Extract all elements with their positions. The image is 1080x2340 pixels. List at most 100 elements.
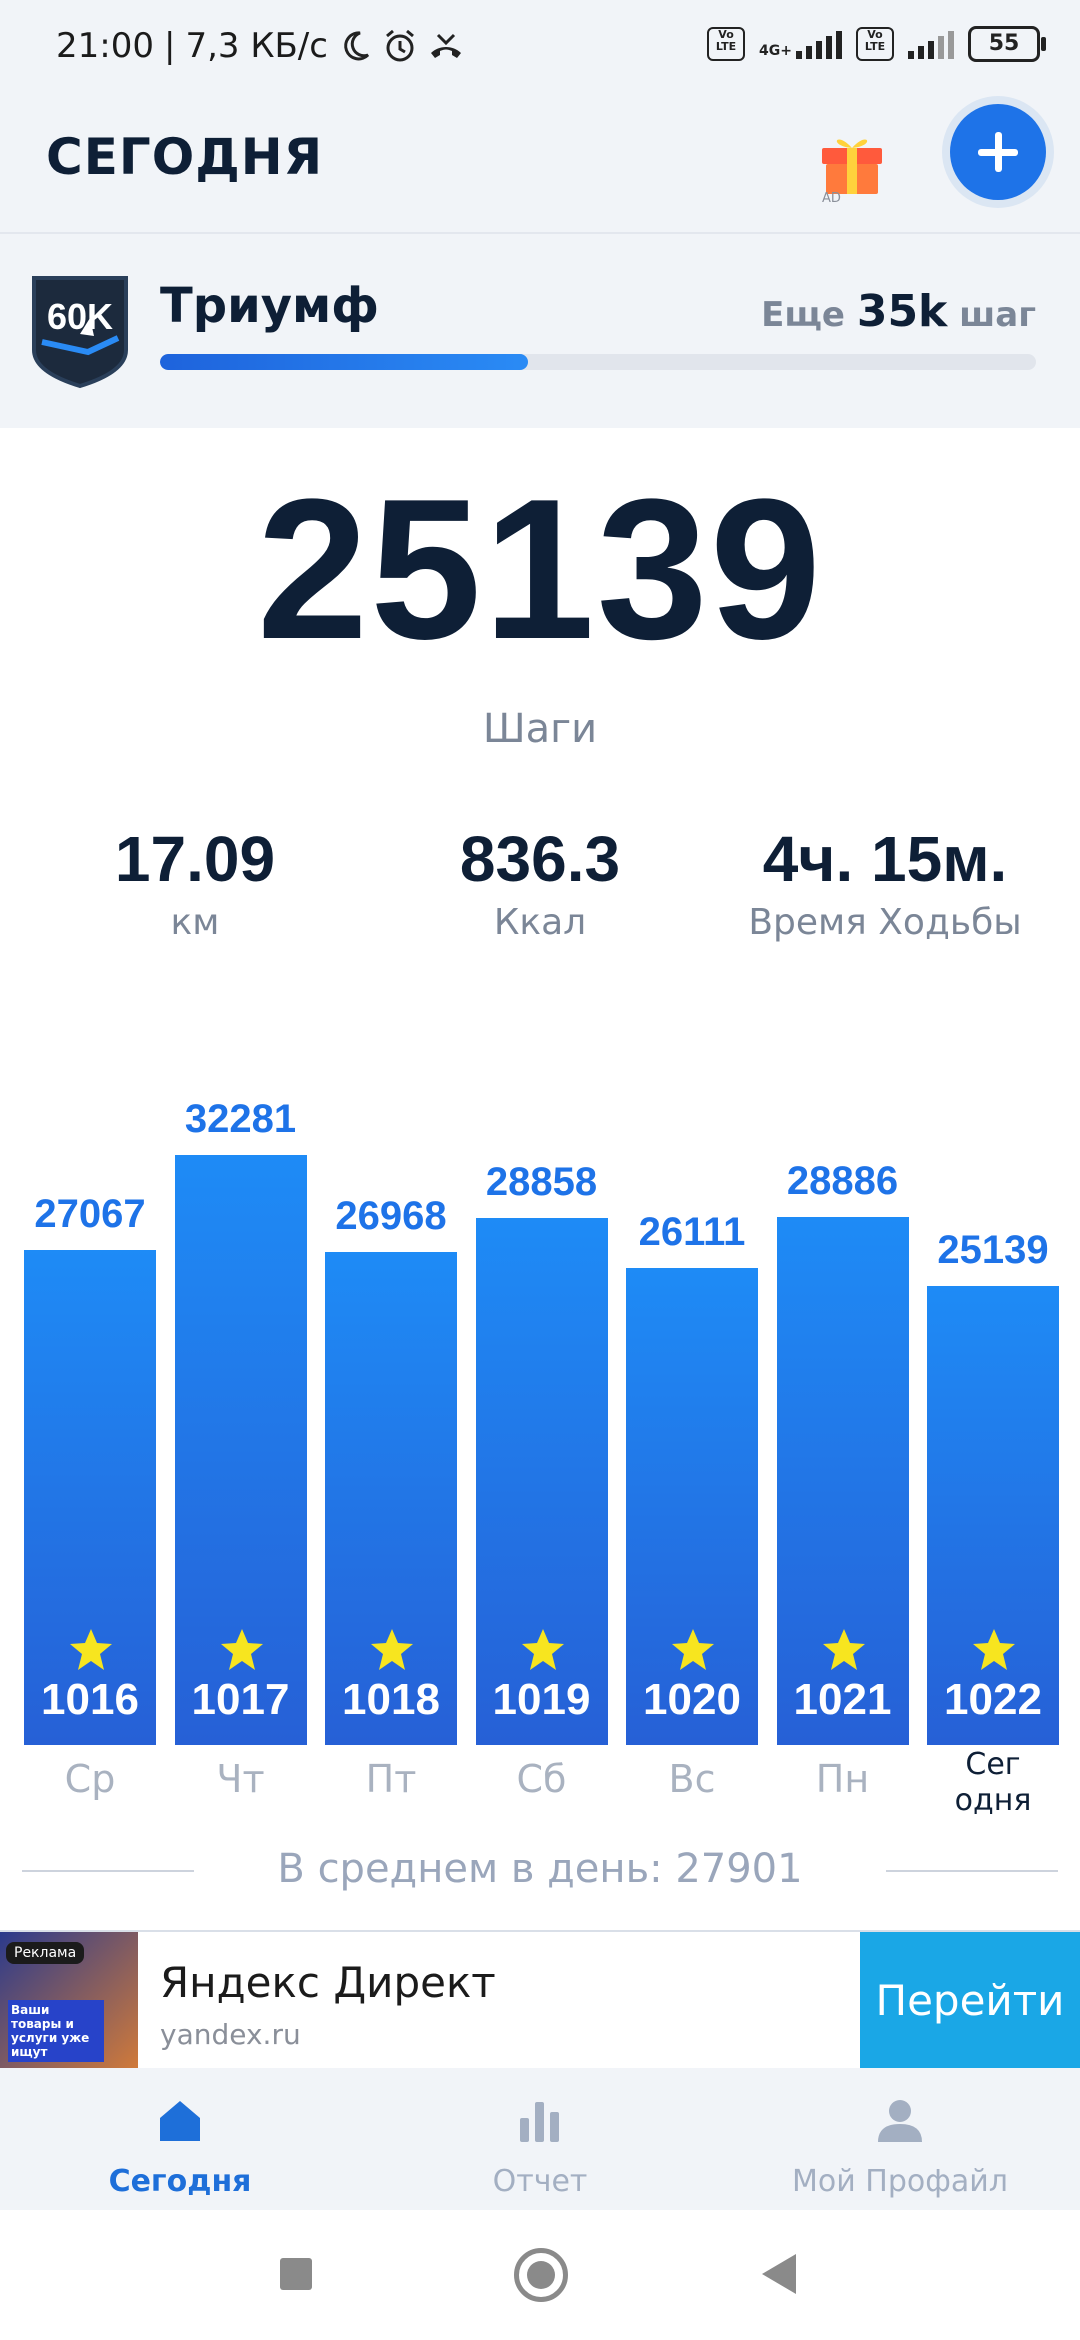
calories-unit: Ккал bbox=[493, 902, 587, 943]
nav-report-label: Отчет bbox=[492, 2164, 588, 2199]
bar-value-label: 27067 bbox=[34, 1192, 146, 1236]
streak-number: 1021 bbox=[793, 1675, 892, 1724]
day-label: Чт bbox=[216, 1757, 265, 1801]
profile-icon bbox=[878, 2100, 922, 2142]
volte-icon-2: Vo LTE bbox=[856, 27, 894, 61]
calories-value: 836.3 bbox=[459, 823, 621, 895]
nav-profile-label: Мой Профайл bbox=[792, 2164, 1008, 2199]
status-bar: 21:00 | 7,3 КБ/с Vo LTE 4G+ Vo LTE 55 bbox=[0, 0, 1080, 96]
missed-call-icon bbox=[430, 33, 461, 58]
streak-number: 1018 bbox=[342, 1675, 440, 1724]
chart-bar[interactable]: 1017 bbox=[174, 1155, 307, 1745]
status-speed: 7,3 КБ/с bbox=[185, 26, 328, 66]
streak-number: 1017 bbox=[191, 1675, 290, 1724]
star-icon bbox=[821, 1627, 867, 1673]
star-icon bbox=[68, 1627, 114, 1673]
gift-ad-label: AD bbox=[822, 191, 841, 204]
day-label-today-line1: Сег bbox=[965, 1747, 1021, 1782]
achievement-badge: 60K bbox=[28, 272, 132, 390]
walking-time-label: Время Ходьбы bbox=[748, 902, 1022, 943]
alarm-icon bbox=[385, 29, 414, 62]
star-icon bbox=[971, 1627, 1017, 1673]
achievement-card[interactable]: 60K Триумф Еще 35k шаг bbox=[0, 234, 1080, 428]
bar-value-label: 26111 bbox=[638, 1210, 746, 1254]
star-icon bbox=[369, 1627, 415, 1673]
steps-count: 25139 bbox=[256, 458, 824, 681]
recent-apps-button[interactable] bbox=[280, 2258, 312, 2290]
nav-today[interactable]: Сегодня bbox=[0, 2068, 360, 2210]
add-button[interactable] bbox=[950, 104, 1046, 200]
remain-value: 35k bbox=[856, 286, 948, 337]
chart-bar[interactable]: 1021 bbox=[776, 1217, 909, 1745]
gift-icon[interactable]: AD bbox=[816, 120, 888, 204]
chart-bar[interactable]: 1018 bbox=[325, 1252, 457, 1745]
day-label: Ср bbox=[64, 1757, 116, 1801]
app-header: СЕГОДНЯ AD bbox=[0, 96, 1080, 234]
battery-icon: 55 bbox=[968, 26, 1046, 62]
day-label: Пн bbox=[815, 1757, 870, 1801]
streak-number: 1022 bbox=[944, 1675, 1042, 1724]
daily-average: В среднем в день: 27901 bbox=[277, 1846, 803, 1892]
ad-tag: Реклама bbox=[6, 1942, 85, 1964]
chart-bar[interactable]: 1019 bbox=[475, 1218, 608, 1745]
streak-number: 1020 bbox=[643, 1675, 741, 1724]
streak-number: 1019 bbox=[492, 1675, 591, 1724]
ad-image-text: Ваши товары и услуги уже ищут bbox=[8, 2000, 104, 2062]
status-left: 21:00 | 7,3 КБ/с bbox=[56, 26, 464, 66]
signal-group-1: 4G+ bbox=[759, 29, 842, 59]
streak-number: 1016 bbox=[41, 1675, 139, 1724]
remain-prefix: Еще bbox=[761, 295, 845, 335]
steps-label: Шаги bbox=[482, 706, 598, 752]
ad-image[interactable]: Реклама Ваши товары и услуги уже ищут bbox=[0, 1932, 138, 2068]
bar-value-label: 26968 bbox=[335, 1194, 447, 1238]
day-label: Сб bbox=[516, 1757, 567, 1801]
badge-label: 60K bbox=[46, 296, 114, 337]
day-label: Сег одня bbox=[918, 1747, 1068, 1819]
network-type-label: 4G+ bbox=[759, 43, 792, 59]
volte-icon: Vo LTE bbox=[707, 27, 746, 61]
chart-bar[interactable]: 1022 bbox=[927, 1286, 1059, 1745]
nav-profile[interactable]: Мой Профайл bbox=[720, 2068, 1080, 2210]
bar-value-label: 28858 bbox=[485, 1160, 598, 1204]
calories-stat: 836.3 Ккал bbox=[370, 822, 710, 943]
bar-value-label: 25139 bbox=[937, 1228, 1049, 1272]
back-button[interactable] bbox=[762, 2254, 796, 2294]
page-title: СЕГОДНЯ bbox=[46, 128, 324, 186]
bar-value-label: 32281 bbox=[184, 1097, 297, 1141]
achievement-progress-fill bbox=[160, 354, 528, 370]
distance-unit: км bbox=[170, 902, 220, 943]
walking-time-value: 4ч. 15м. bbox=[762, 823, 1008, 895]
status-time: 21:00 bbox=[56, 26, 154, 66]
achievement-remaining: Еще 35k шаг bbox=[761, 286, 1036, 337]
home-icon bbox=[160, 2101, 200, 2141]
day-label-today-line2: одня bbox=[954, 1783, 1032, 1818]
day-label: Вс bbox=[668, 1757, 716, 1801]
star-icon bbox=[219, 1627, 265, 1673]
nav-report[interactable]: Отчет bbox=[360, 2068, 720, 2210]
achievement-progress-bar bbox=[160, 354, 1036, 370]
remain-suffix: шаг bbox=[959, 295, 1036, 335]
status-right: Vo LTE 4G+ Vo LTE 55 bbox=[707, 26, 1046, 62]
ad-go-button[interactable]: Перейти bbox=[860, 1932, 1080, 2068]
day-label: Пт bbox=[365, 1757, 417, 1801]
ad-title[interactable]: Яндекс Директ bbox=[160, 1958, 496, 2007]
star-icon bbox=[520, 1627, 566, 1673]
home-button[interactable] bbox=[514, 2248, 568, 2302]
star-icon bbox=[670, 1627, 716, 1673]
signal-icon-2 bbox=[908, 29, 954, 59]
bar-value-label: 28886 bbox=[786, 1159, 899, 1203]
ad-domain: yandex.ru bbox=[160, 2018, 301, 2051]
achievement-name: Триумф bbox=[160, 278, 379, 334]
bottom-nav: Сегодня Отчет Мой Профайл bbox=[0, 2068, 1080, 2212]
ad-banner[interactable]: Реклама Ваши товары и услуги уже ищут Ян… bbox=[0, 1930, 1080, 2070]
nav-today-label: Сегодня bbox=[108, 2164, 252, 2199]
system-nav-bar bbox=[0, 2210, 1080, 2340]
walking-time-stat: 4ч. 15м. Время Ходьбы bbox=[715, 822, 1055, 943]
moon-icon bbox=[344, 31, 370, 61]
chart-bar[interactable]: 1016 bbox=[24, 1250, 156, 1745]
chart-bar[interactable]: 1020 bbox=[626, 1268, 758, 1745]
bar-chart-icon bbox=[520, 2102, 559, 2142]
weekly-steps-chart: 1016 27067 Ср 1017 32281 Чт 1018 26968 Пт 1019 288… bbox=[0, 1040, 1080, 1840]
distance-stat: 17.09 км bbox=[25, 822, 365, 943]
distance-value: 17.09 bbox=[114, 823, 276, 895]
